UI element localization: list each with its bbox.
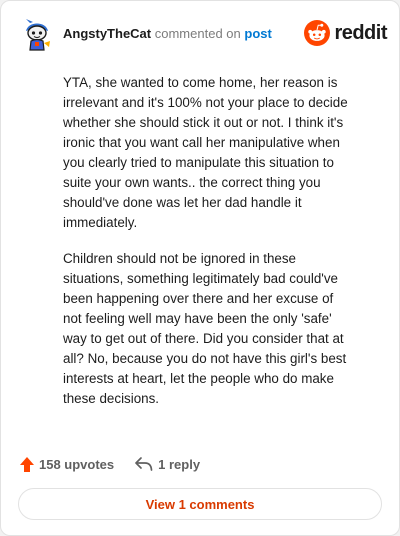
username-link[interactable]: AngstyTheCat	[63, 26, 151, 41]
comment-actions: 158 upvotes 1 reply	[19, 453, 200, 475]
snoo-avatar-icon	[26, 19, 50, 51]
comment-card: AngstyTheCat commented on post reddit YT…	[0, 0, 400, 536]
reddit-logo[interactable]: reddit	[304, 19, 387, 47]
reply-arrow-icon	[135, 457, 153, 471]
avatar[interactable]	[20, 17, 54, 51]
reply-button[interactable]: 1 reply	[134, 456, 200, 472]
comment-paragraph: Children should not be ignored in these …	[63, 251, 347, 406]
comment-header: AngstyTheCat commented on post reddit	[15, 15, 387, 51]
post-link[interactable]: post	[244, 26, 271, 41]
comment-paragraph: YTA, she wanted to come home, her reason…	[63, 75, 348, 230]
upvote-count: 158 upvotes	[39, 456, 115, 472]
reply-count: 1 reply	[158, 456, 201, 472]
upvote-button[interactable]: 158 upvotes	[19, 456, 114, 473]
comment-byline: AngstyTheCat commented on post	[63, 26, 272, 42]
comment-body: YTA, she wanted to come home, her reason…	[63, 73, 349, 425]
reddit-wordmark: reddit	[334, 21, 387, 44]
view-comments-button[interactable]: View 1 comments	[18, 488, 382, 520]
upvote-arrow-icon	[20, 456, 34, 472]
commented-on-text: commented on	[154, 26, 241, 41]
reddit-alien-icon	[304, 20, 331, 46]
